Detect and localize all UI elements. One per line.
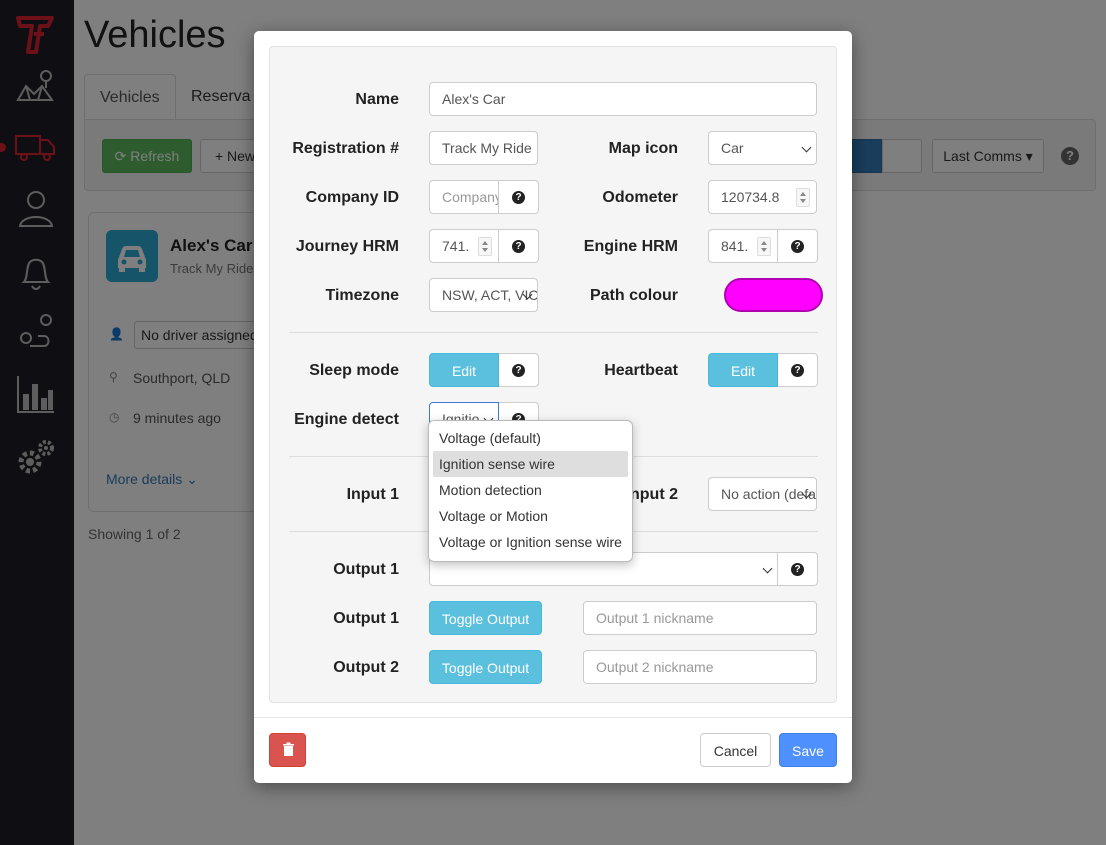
option-voltage-or-ignition[interactable]: Voltage or Ignition sense wire: [433, 529, 628, 555]
option-motion-detection[interactable]: Motion detection: [433, 477, 628, 503]
question-icon: ?: [791, 563, 804, 576]
chevron-down-icon: [762, 563, 773, 574]
heartbeat-label: Heartbeat: [604, 362, 678, 379]
cancel-button[interactable]: Cancel: [700, 733, 771, 767]
company-id-label: Company ID: [305, 189, 399, 206]
input1-label: Input 1: [346, 486, 399, 503]
name-input[interactable]: Alex's Car: [429, 82, 817, 116]
heartbeat-help-button[interactable]: ?: [778, 353, 818, 387]
input2-select[interactable]: No action (default): [708, 477, 817, 511]
number-spinner[interactable]: [796, 188, 810, 207]
timezone-select[interactable]: NSW, ACT, VIC: [429, 278, 538, 312]
timezone-label: Timezone: [325, 287, 400, 304]
engine-hrm-label: Engine HRM: [583, 238, 678, 255]
journey-hrm-label: Journey HRM: [295, 238, 399, 255]
engine-detect-label: Engine detect: [294, 411, 399, 428]
output2-toggle-button[interactable]: Toggle Output: [429, 650, 542, 684]
output1-help-button[interactable]: ?: [778, 552, 818, 586]
journey-hrm-help-button[interactable]: ?: [499, 229, 539, 263]
question-icon: ?: [512, 191, 525, 204]
save-button[interactable]: Save: [779, 733, 837, 767]
odometer-value: 120734.8: [721, 189, 780, 205]
engine-hrm-help-button[interactable]: ?: [778, 229, 818, 263]
option-voltage-default[interactable]: Voltage (default): [433, 425, 628, 451]
journey-hrm-input[interactable]: 741.: [429, 229, 499, 263]
journey-hrm-value: 741.: [442, 238, 470, 254]
name-label: Name: [355, 91, 399, 108]
option-voltage-or-motion[interactable]: Voltage or Motion: [433, 503, 628, 529]
path-colour-picker[interactable]: [724, 278, 823, 312]
output2-label: Output 2: [333, 659, 399, 676]
option-ignition-sense-wire[interactable]: Ignition sense wire: [433, 451, 628, 477]
path-colour-label: Path colour: [589, 287, 678, 304]
number-spinner[interactable]: [757, 237, 771, 256]
sleep-mode-edit-button[interactable]: Edit: [429, 353, 499, 387]
divider: [289, 332, 818, 333]
odometer-input[interactable]: 120734.8: [708, 180, 817, 214]
company-id-help-button[interactable]: ?: [499, 180, 539, 214]
odometer-label: Odometer: [602, 189, 678, 206]
question-icon: ?: [791, 364, 804, 377]
output1-nickname-input[interactable]: Output 1 nickname: [583, 601, 817, 635]
edit-vehicle-modal: Name Alex's Car Registration # Track My …: [254, 31, 852, 783]
question-icon: ?: [512, 240, 525, 253]
chevron-down-icon: [801, 142, 812, 153]
question-icon: ?: [791, 240, 804, 253]
registration-input[interactable]: Track My Ride: [429, 131, 538, 165]
form-panel: Name Alex's Car Registration # Track My …: [269, 46, 837, 703]
map-icon-label: Map icon: [608, 140, 678, 157]
sleep-mode-label: Sleep mode: [309, 362, 399, 379]
output2-nickname-input[interactable]: Output 2 nickname: [583, 650, 817, 684]
company-id-input[interactable]: Company ID: [429, 180, 499, 214]
heartbeat-edit-button[interactable]: Edit: [708, 353, 778, 387]
engine-detect-options: Voltage (default) Ignition sense wire Mo…: [428, 420, 633, 562]
registration-label: Registration #: [292, 140, 399, 157]
map-icon-select[interactable]: Car: [708, 131, 817, 165]
question-icon: ?: [512, 364, 525, 377]
engine-hrm-input[interactable]: 841.: [708, 229, 778, 263]
trash-icon: [283, 742, 294, 756]
output1-select-label: Output 1: [333, 561, 399, 578]
delete-button[interactable]: [269, 733, 306, 767]
sleep-mode-help-button[interactable]: ?: [499, 353, 539, 387]
engine-hrm-value: 841.: [721, 238, 749, 254]
output1-label: Output 1: [333, 610, 399, 627]
map-icon-value: Car: [721, 140, 744, 156]
output1-toggle-button[interactable]: Toggle Output: [429, 601, 542, 635]
number-spinner[interactable]: [478, 237, 492, 256]
